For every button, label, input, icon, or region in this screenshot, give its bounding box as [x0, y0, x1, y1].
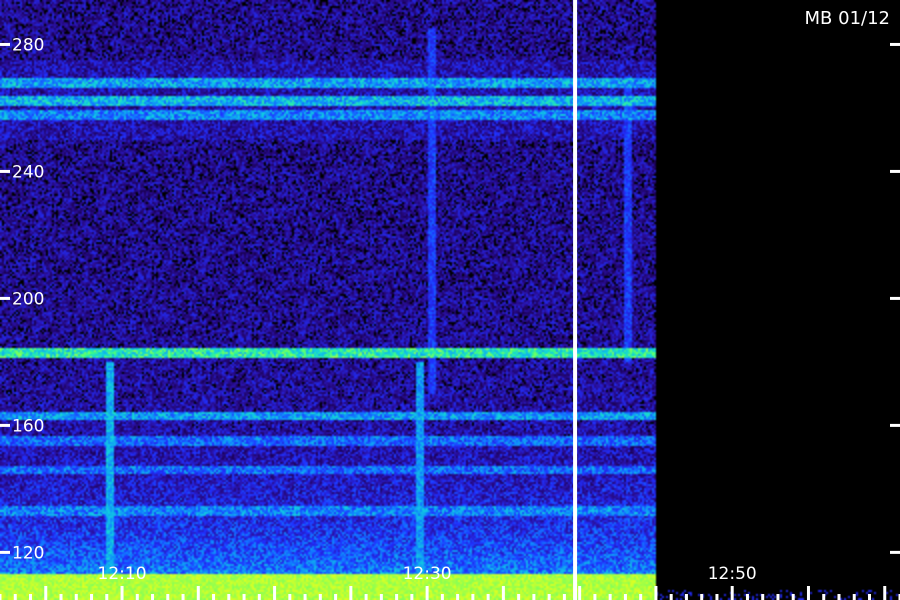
spectrogram-image — [0, 0, 900, 600]
y-tick-label: 160 — [12, 416, 44, 436]
y-tick-label: 120 — [12, 543, 44, 563]
x-tick-label: 12:50 — [708, 564, 757, 584]
y-tick-label: 200 — [12, 289, 44, 309]
y-tick-label: 280 — [12, 35, 44, 55]
station-badge: MB 01/12 — [805, 8, 890, 29]
x-tick-label: 12:10 — [98, 564, 147, 584]
x-tick-label: 12:30 — [403, 564, 452, 584]
y-tick-label: 240 — [12, 162, 44, 182]
spectrogram-plot: 280 240 200 160 120 12:10 12:30 12:50 MB 01/12 — [0, 0, 900, 600]
